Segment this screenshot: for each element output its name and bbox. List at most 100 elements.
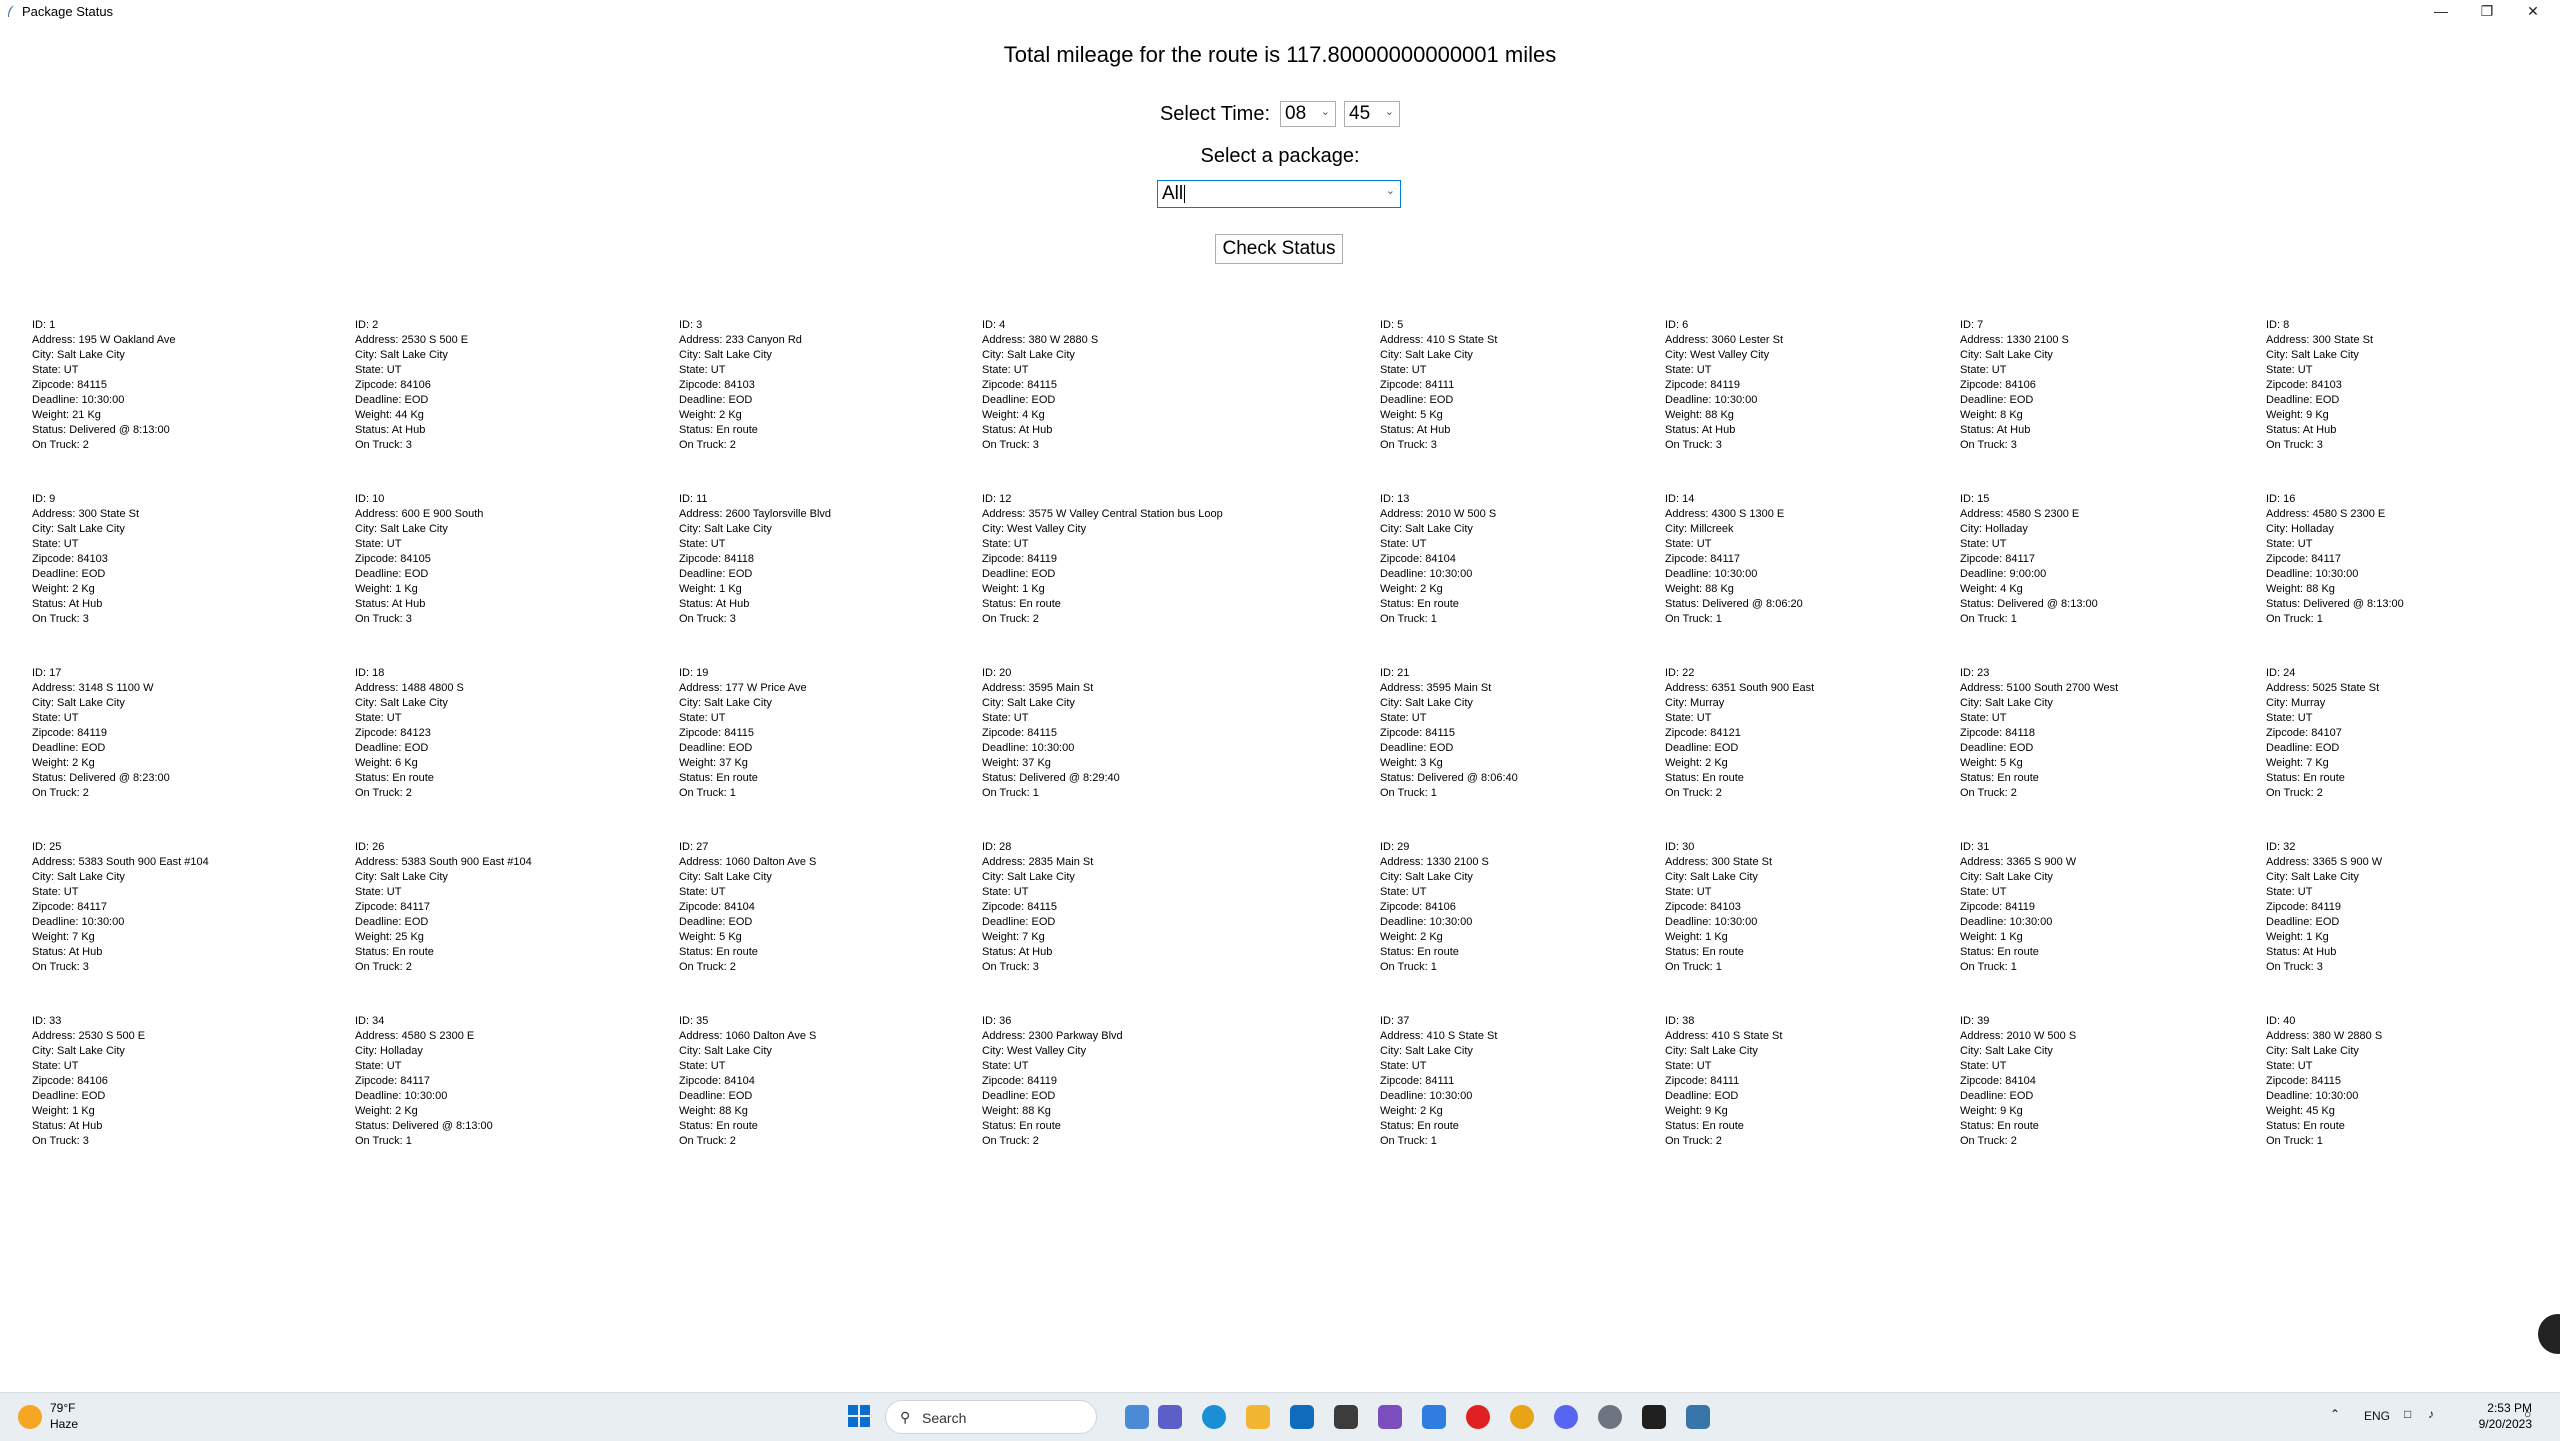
taskbar-search[interactable]: ⚲ Search [885, 1400, 1097, 1434]
settings-app-icon[interactable] [1334, 1405, 1358, 1429]
package-deadline: Deadline: 10:30:00 [32, 916, 125, 928]
package-address: Address: 4580 S 2300 E [1960, 508, 2080, 520]
clock-time[interactable]: 2:53 PM [2472, 1401, 2532, 1415]
package-weight: Weight: 1 Kg [1665, 931, 1728, 943]
teams-icon[interactable] [1158, 1405, 1182, 1429]
package-city: City: Salt Lake City [355, 871, 448, 883]
package-address: Address: 2530 S 500 E [32, 1030, 146, 1042]
close-button[interactable]: ✕ [2510, 0, 2556, 22]
package-address: Address: 380 W 2880 S [2266, 1030, 2383, 1042]
package-zip: Zipcode: 84106 [1960, 379, 2036, 391]
package-city: City: Salt Lake City [355, 523, 448, 535]
side-panel-button[interactable] [2538, 1314, 2560, 1354]
package-status: Status: At Hub [355, 424, 426, 436]
package-id: ID: 33 [32, 1015, 62, 1027]
package-state: State: UT [2266, 364, 2313, 376]
task-view-icon[interactable] [1125, 1405, 1149, 1429]
package-zip: Zipcode: 84107 [2266, 727, 2342, 739]
package-deadline: Deadline: 10:30:00 [1665, 916, 1758, 928]
package-entry: ID: 4 Address: 380 W 2880 S City: Salt Lak… [982, 318, 1098, 453]
package-address: Address: 1330 2100 S [1380, 856, 1489, 868]
gear-icon[interactable] [1598, 1405, 1622, 1429]
volume-icon[interactable]: ♪ [2428, 1407, 2434, 1421]
hour-select[interactable]: 08 ⌄ [1280, 101, 1337, 127]
package-weight: Weight: 2 Kg [679, 409, 742, 421]
taskbar: 79°F Haze ⚲ Search ⌃ ENG □ ♪ 2:53 PM 9/2… [0, 1392, 2560, 1441]
package-status: Status: En route [1665, 772, 1744, 784]
chevron-down-icon: ⌄ [1385, 185, 1395, 197]
package-zip: Zipcode: 84103 [2266, 379, 2342, 391]
package-select[interactable]: All ⌄ [1157, 180, 1401, 208]
package-id: ID: 1 [32, 319, 56, 331]
package-zip: Zipcode: 84119 [982, 553, 1058, 565]
file-explorer-icon[interactable] [1246, 1405, 1270, 1429]
package-zip: Zipcode: 84106 [32, 1075, 108, 1087]
package-state: State: UT [1380, 886, 1427, 898]
python-app-icon[interactable] [1686, 1405, 1710, 1429]
package-entry: ID: 6 Address: 3060 Lester St City: West V… [1665, 318, 1783, 453]
package-id: ID: 36 [982, 1015, 1012, 1027]
package-weight: Weight: 2 Kg [32, 757, 95, 769]
package-weight: Weight: 8 Kg [1960, 409, 2023, 421]
chevron-up-icon[interactable]: ⌃ [2330, 1407, 2340, 1421]
package-deadline: Deadline: EOD [355, 742, 429, 754]
package-status: Status: Delivered @ 8:13:00 [355, 1120, 493, 1132]
package-entry: ID: 13 Address: 2010 W 500 S City: Salt La… [1380, 492, 1496, 627]
package-weight: Weight: 1 Kg [2266, 931, 2329, 943]
edge-icon[interactable] [1202, 1405, 1226, 1429]
package-zip: Zipcode: 84104 [1960, 1075, 2036, 1087]
package-state: State: UT [32, 712, 79, 724]
visual-studio-icon[interactable] [1378, 1405, 1402, 1429]
package-city: City: Salt Lake City [32, 349, 125, 361]
language-indicator[interactable]: ENG [2364, 1409, 2390, 1423]
package-deadline: Deadline: EOD [355, 916, 429, 928]
clock-date[interactable]: 9/20/2023 [2456, 1417, 2532, 1431]
youtube-icon[interactable] [1466, 1405, 1490, 1429]
package-status: Status: At Hub [2266, 946, 2337, 958]
package-truck: On Truck: 2 [1665, 787, 1722, 799]
pycharm-icon[interactable] [1642, 1405, 1666, 1429]
package-id: ID: 2 [355, 319, 379, 331]
weather-sun-icon[interactable] [18, 1405, 42, 1429]
chrome-icon[interactable] [1510, 1405, 1534, 1429]
package-deadline: Deadline: EOD [982, 568, 1056, 580]
package-id: ID: 25 [32, 841, 62, 853]
package-zip: Zipcode: 84117 [1665, 553, 1741, 565]
windows-start-icon[interactable] [848, 1405, 872, 1429]
package-city: City: Salt Lake City [2266, 1045, 2359, 1057]
package-address: Address: 1060 Dalton Ave S [679, 1030, 817, 1042]
todo-icon[interactable] [1422, 1405, 1446, 1429]
package-city: City: Salt Lake City [679, 523, 772, 535]
package-entry: ID: 37 Address: 410 S State St City: Salt … [1380, 1014, 1497, 1149]
package-address: Address: 1060 Dalton Ave S [679, 856, 817, 868]
package-city: City: Salt Lake City [32, 871, 125, 883]
package-address: Address: 410 S State St [1380, 1030, 1498, 1042]
total-mileage-text: Total mileage for the route is 117.80000… [1003, 42, 1557, 67]
maximize-button[interactable]: ❐ [2464, 0, 2510, 22]
package-zip: Zipcode: 84104 [679, 1075, 755, 1087]
minute-select[interactable]: 45 ⌄ [1344, 101, 1401, 127]
package-city: City: Salt Lake City [1380, 871, 1473, 883]
minimize-button[interactable]: — [2418, 0, 2464, 22]
network-icon[interactable]: □ [2404, 1407, 2411, 1421]
package-id: ID: 15 [1960, 493, 1990, 505]
package-weight: Weight: 2 Kg [1380, 931, 1443, 943]
package-deadline: Deadline: EOD [679, 916, 753, 928]
package-truck: On Truck: 2 [1960, 1135, 2017, 1147]
notification-icon[interactable]: ○ [2524, 1407, 2531, 1421]
discord-icon[interactable] [1554, 1405, 1578, 1429]
mail-icon[interactable] [1290, 1405, 1314, 1429]
package-entry: ID: 19 Address: 177 W Price Ave City: Salt… [679, 666, 807, 801]
package-city: City: West Valley City [982, 523, 1087, 535]
package-id: ID: 10 [355, 493, 385, 505]
package-weight: Weight: 37 Kg [982, 757, 1051, 769]
package-city: City: Salt Lake City [1960, 1045, 2053, 1057]
package-city: City: Salt Lake City [2266, 349, 2359, 361]
check-status-button[interactable]: Check Status [1215, 234, 1343, 264]
package-city: City: Salt Lake City [1960, 349, 2053, 361]
package-id: ID: 9 [32, 493, 56, 505]
package-address: Address: 4300 S 1300 E [1665, 508, 1785, 520]
package-id: ID: 14 [1665, 493, 1695, 505]
package-zip: Zipcode: 84103 [1665, 901, 1741, 913]
package-status: Status: At Hub [982, 424, 1053, 436]
